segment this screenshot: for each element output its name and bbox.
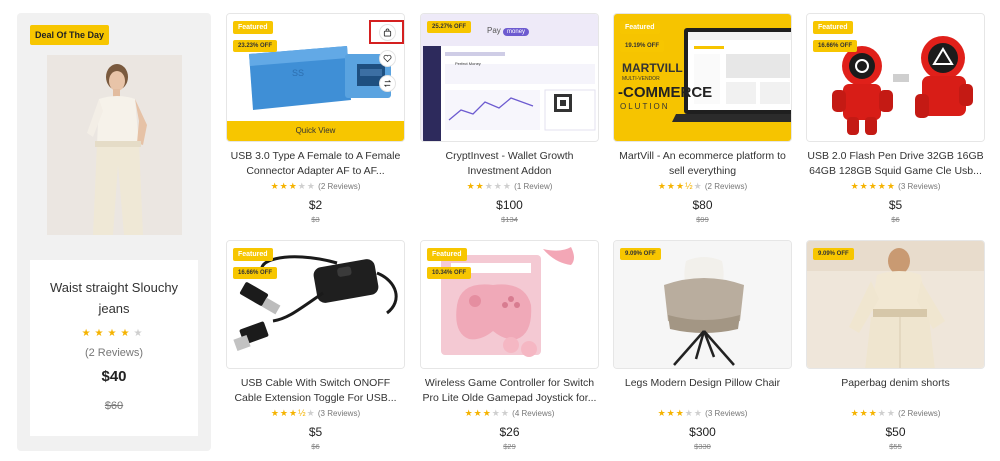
product-price: $5	[888, 198, 903, 212]
product-name[interactable]: USB 3.0 Type A Female to A Female Connec…	[226, 149, 405, 179]
discount-badge: 10.34% OFF	[427, 267, 472, 279]
discount-badge: 9.09% OFF	[620, 248, 661, 260]
product-image[interactable]: Featured 10.34% OFF	[420, 240, 599, 369]
product-card[interactable]: Featured 16.66% OFF USB Cable With Switc…	[226, 240, 405, 451]
banner-bottom: OLUTION	[620, 102, 670, 111]
deal-title[interactable]: Waist straight Slouchy jeans	[30, 277, 198, 319]
product-name[interactable]: CryptInvest - Wallet Growth Investment A…	[420, 149, 599, 179]
product-rating: ★★★★★ (2 Reviews)	[270, 181, 361, 191]
product-image[interactable]: Featured 16.66% OFF	[806, 13, 985, 142]
product-price: $100	[496, 198, 523, 212]
product-card[interactable]: MARTVILL MULTI-VENDOR -COMMERCE OLUTION …	[613, 13, 792, 224]
deal-product-image[interactable]	[47, 55, 182, 235]
discount-badge: 16.66% OFF	[233, 267, 278, 279]
product-name[interactable]: Wireless Game Controller for Switch Pro …	[420, 376, 599, 406]
discount-badge: 23.23% OFF	[233, 40, 278, 52]
discount-badge: 19.19% OFF	[620, 40, 665, 52]
deal-of-the-day-panel: Deal Of The Day Waist straight Slouchy j…	[17, 13, 211, 451]
product-old-price: $3	[311, 215, 320, 224]
deal-old-price: $60	[104, 400, 124, 412]
product-old-price: $330	[694, 442, 711, 451]
heart-icon	[383, 54, 392, 63]
quick-view-button[interactable]: Quick View	[227, 121, 404, 141]
product-card[interactable]: 9.09% OFF Legs Modern Design Pillow Chai…	[613, 240, 792, 451]
deal-rating: ★★★★★	[30, 328, 198, 339]
product-old-price: $55	[889, 442, 902, 451]
product-card[interactable]: 9.09% OFF Paperbag denim shorts ★★★★★ (2…	[806, 240, 985, 451]
product-name[interactable]: USB 2.0 Flash Pen Drive 32GB 16GB 64GB 1…	[806, 149, 985, 179]
product-old-price: $99	[696, 215, 709, 224]
product-rating: ★★★★★ (1 Review)	[466, 181, 553, 191]
featured-badge: Featured	[233, 21, 273, 34]
banner-small: MULTI-VENDOR	[622, 76, 660, 82]
featured-badge: Featured	[427, 248, 467, 261]
product-old-price: $134	[501, 215, 518, 224]
featured-badge: Featured	[620, 21, 660, 34]
product-name[interactable]: Paperbag denim shorts	[806, 376, 985, 406]
product-rating: ★★★½★ (3 Reviews)	[270, 408, 361, 418]
deal-reviews: (2 Reviews)	[84, 347, 144, 359]
product-name[interactable]: Legs Modern Design Pillow Chair	[613, 376, 792, 406]
banner-top: MARTVILL	[622, 61, 683, 75]
discount-badge: 16.66% OFF	[813, 40, 858, 52]
product-price: $5	[308, 425, 323, 439]
product-card[interactable]: 25.27% OFF Pay money Perfect Money Crypt…	[420, 13, 599, 224]
featured-badge: Featured	[233, 248, 273, 261]
product-old-price: $6	[891, 215, 900, 224]
product-rating: ★★★½★ (2 Reviews)	[657, 181, 748, 191]
deal-info-card: Waist straight Slouchy jeans ★★★★★ (2 Re…	[30, 260, 198, 436]
product-card[interactable]: Featured 16.66% OFF USB 2.0 Flash Pen Dr…	[806, 13, 985, 224]
product-name[interactable]: USB Cable With Switch ONOFF Cable Extens…	[226, 376, 405, 406]
product-image[interactable]: Featured 16.66% OFF	[226, 240, 405, 369]
banner-mid: -COMMERCE	[618, 84, 713, 101]
svg-text:SS: SS	[292, 68, 304, 78]
deal-badge: Deal Of The Day	[30, 25, 110, 45]
discount-badge: 9.09% OFF	[813, 248, 854, 260]
screen-brand: Pay money	[487, 26, 530, 36]
star-icon: ★★★★	[81, 328, 134, 339]
product-image[interactable]: 9.09% OFF	[806, 240, 985, 369]
product-price: $26	[499, 425, 520, 439]
product-price: $2	[308, 198, 323, 212]
product-old-price: $6	[311, 442, 320, 451]
wishlist-button[interactable]	[379, 50, 396, 67]
product-rating: ★★★★★ (3 Reviews)	[657, 408, 748, 418]
product-price: $300	[689, 425, 716, 439]
product-card[interactable]: SS Featured 23.23% OFF Quick View USB 3.…	[226, 13, 405, 224]
product-price: $80	[692, 198, 713, 212]
star-empty-icon: ★	[133, 328, 147, 339]
product-price: $50	[885, 425, 906, 439]
product-old-price: $29	[503, 442, 516, 451]
compare-icon	[383, 80, 392, 87]
deal-price: $40	[101, 368, 127, 385]
product-image[interactable]: 25.27% OFF Pay money Perfect Money	[420, 13, 599, 142]
featured-badge: Featured	[813, 21, 853, 34]
product-rating: ★★★★★ (2 Reviews)	[850, 408, 941, 418]
product-name[interactable]: MartVill - An ecommerce platform to sell…	[613, 149, 792, 179]
product-image[interactable]: 9.09% OFF	[613, 240, 792, 369]
product-rating: ★★★★★ (3 Reviews)	[850, 181, 941, 191]
highlighted-cart-button-box	[369, 20, 404, 44]
compare-button[interactable]	[379, 75, 396, 92]
product-card[interactable]: Featured 10.34% OFF Wireless Game Contro…	[420, 240, 599, 451]
product-image[interactable]: MARTVILL MULTI-VENDOR -COMMERCE OLUTION …	[613, 13, 792, 142]
screen-title: Perfect Money	[455, 61, 481, 66]
discount-badge: 25.27% OFF	[427, 21, 472, 33]
product-rating: ★★★★★ (4 Reviews)	[464, 408, 555, 418]
